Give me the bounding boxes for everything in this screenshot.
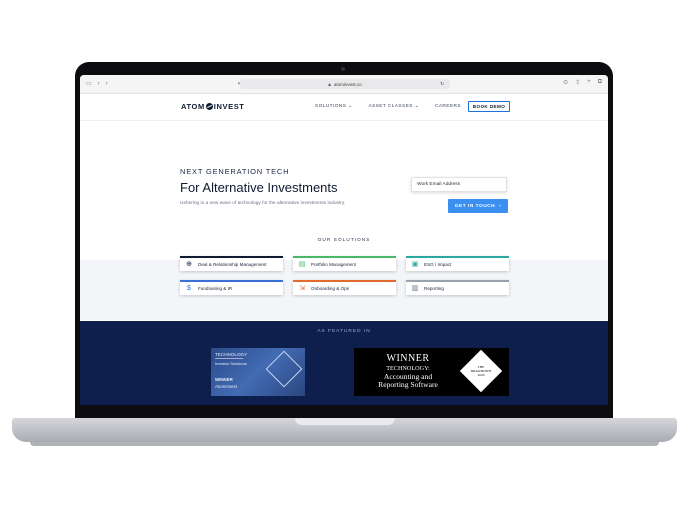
report-icon: ▥	[411, 284, 419, 292]
laptop-screen: ▭ ‹ › ◐ 🔒︎ atominvest.co ↻ ⊙ ⇪ + ⧉ ATOM …	[80, 75, 608, 405]
nav-solutions[interactable]: SOLUTIONS ⌄	[315, 104, 352, 109]
award-accounting-reporting: WINNER TECHNOLOGY: Accounting and Report…	[354, 348, 509, 396]
share-icon[interactable]: ⇪	[575, 79, 580, 86]
chevron-down-icon: ⌄	[414, 104, 419, 109]
book-demo-button[interactable]: BOOK DEMO	[468, 101, 510, 112]
hero-kicker: NEXT GENERATION TECH	[180, 167, 290, 176]
work-email-input[interactable]: Work Email Address	[411, 177, 507, 192]
main-nav: SOLUTIONS ⌄ ASSET CLASSES ⌄ CAREERS	[315, 104, 461, 109]
logo-text-right: INVEST	[213, 102, 245, 111]
featured-heading: AS FEATURED IN	[317, 329, 371, 334]
download-icon[interactable]: ⊙	[563, 79, 568, 86]
award-emblem-icon	[265, 350, 303, 388]
chevron-down-icon: ⌄	[348, 104, 353, 109]
arrow-box-icon: ⇲	[299, 284, 305, 292]
award-category: TECHNOLOGY:	[386, 365, 430, 372]
solution-card-fundraising[interactable]: $ Fundraising & IR	[180, 280, 283, 295]
award-winner-title: WINNER	[386, 353, 430, 364]
solution-label: Reporting	[424, 286, 444, 291]
solution-card-reporting[interactable]: ▥ Reporting	[406, 280, 509, 295]
browser-toolbar: ▭ ‹ › ◐ 🔒︎ atominvest.co ↻ ⊙ ⇪ + ⧉	[80, 75, 608, 94]
logo-text-left: ATOM	[181, 102, 205, 111]
award-company: AtomInvest	[215, 384, 237, 389]
forward-icon[interactable]: ›	[106, 81, 108, 87]
nav-solutions-label: SOLUTIONS	[315, 104, 347, 109]
solution-label: Portfolio Management	[311, 262, 356, 267]
nav-asset-classes-label: ASSET CLASSES	[368, 104, 413, 109]
solution-card-onboarding[interactable]: ⇲ Onboarding & Ops	[293, 280, 396, 295]
solution-card-deal[interactable]: ⊕ Deal & Relationship Management	[180, 256, 283, 271]
new-tab-icon[interactable]: +	[587, 79, 591, 86]
back-icon[interactable]: ‹	[98, 81, 100, 87]
badge-text: THE DRAWDOWN 2020	[461, 365, 501, 377]
hero-subtitle: Ushering in a new wave of technology for…	[180, 201, 346, 206]
badge-year: 2020	[477, 373, 485, 377]
award-description-line-2: Reporting Software	[378, 380, 438, 389]
address-bar[interactable]: 🔒︎ atominvest.co ↻	[240, 79, 450, 89]
laptop-shadow	[30, 442, 659, 446]
solution-label: ESG / Impact	[424, 262, 452, 267]
award-description: Accounting and Reporting Software	[354, 373, 462, 389]
solution-label: Onboarding & Ops	[311, 286, 350, 291]
solution-card-esg[interactable]: ▣ ESG / Impact	[406, 256, 509, 271]
solutions-heading: OUR SOLUTIONS	[317, 238, 371, 243]
monitor-chart-icon: ▤	[298, 260, 306, 268]
award-winner-label: WINNER	[215, 377, 233, 382]
url-text: atominvest.co	[333, 81, 362, 87]
hero-title: For Alternative Investments	[180, 180, 338, 195]
solution-card-portfolio[interactable]: ▤ Portfolio Management	[293, 256, 396, 271]
site-header: ATOM INVEST SOLUTIONS ⌄ ASSET CLASSES ⌄ …	[80, 94, 608, 121]
laptop-notch	[295, 418, 395, 425]
arrow-right-icon: ›	[499, 203, 502, 209]
image-icon: ▣	[411, 260, 419, 268]
dollar-icon: $	[187, 284, 191, 292]
sidebar-icon[interactable]: ▭	[86, 81, 92, 87]
globe-icon: ⊕	[186, 260, 192, 268]
award-category: TECHNOLOGY	[215, 352, 248, 357]
camera-icon	[341, 67, 345, 71]
nav-asset-classes[interactable]: ASSET CLASSES ⌄	[368, 104, 418, 109]
lock-icon: 🔒︎	[328, 81, 331, 87]
get-in-touch-label: GET IN TOUCH	[454, 203, 496, 209]
award-technology-investor-solutions: TECHNOLOGY Investor Solutions WINNER Ato…	[211, 348, 305, 396]
award-divider	[215, 358, 243, 359]
solution-label: Fundraising & IR	[198, 286, 233, 291]
solution-label: Deal & Relationship Management	[198, 262, 267, 267]
logo-mark-icon	[205, 103, 213, 110]
nav-careers[interactable]: CAREERS	[435, 104, 461, 109]
tabs-overview-icon[interactable]: ⧉	[598, 79, 602, 86]
get-in-touch-button[interactable]: GET IN TOUCH ›	[448, 199, 508, 213]
reload-icon[interactable]: ↻	[440, 81, 444, 87]
award-subcategory: Investor Solutions	[215, 361, 247, 366]
atominvest-logo[interactable]: ATOM INVEST	[181, 102, 245, 111]
